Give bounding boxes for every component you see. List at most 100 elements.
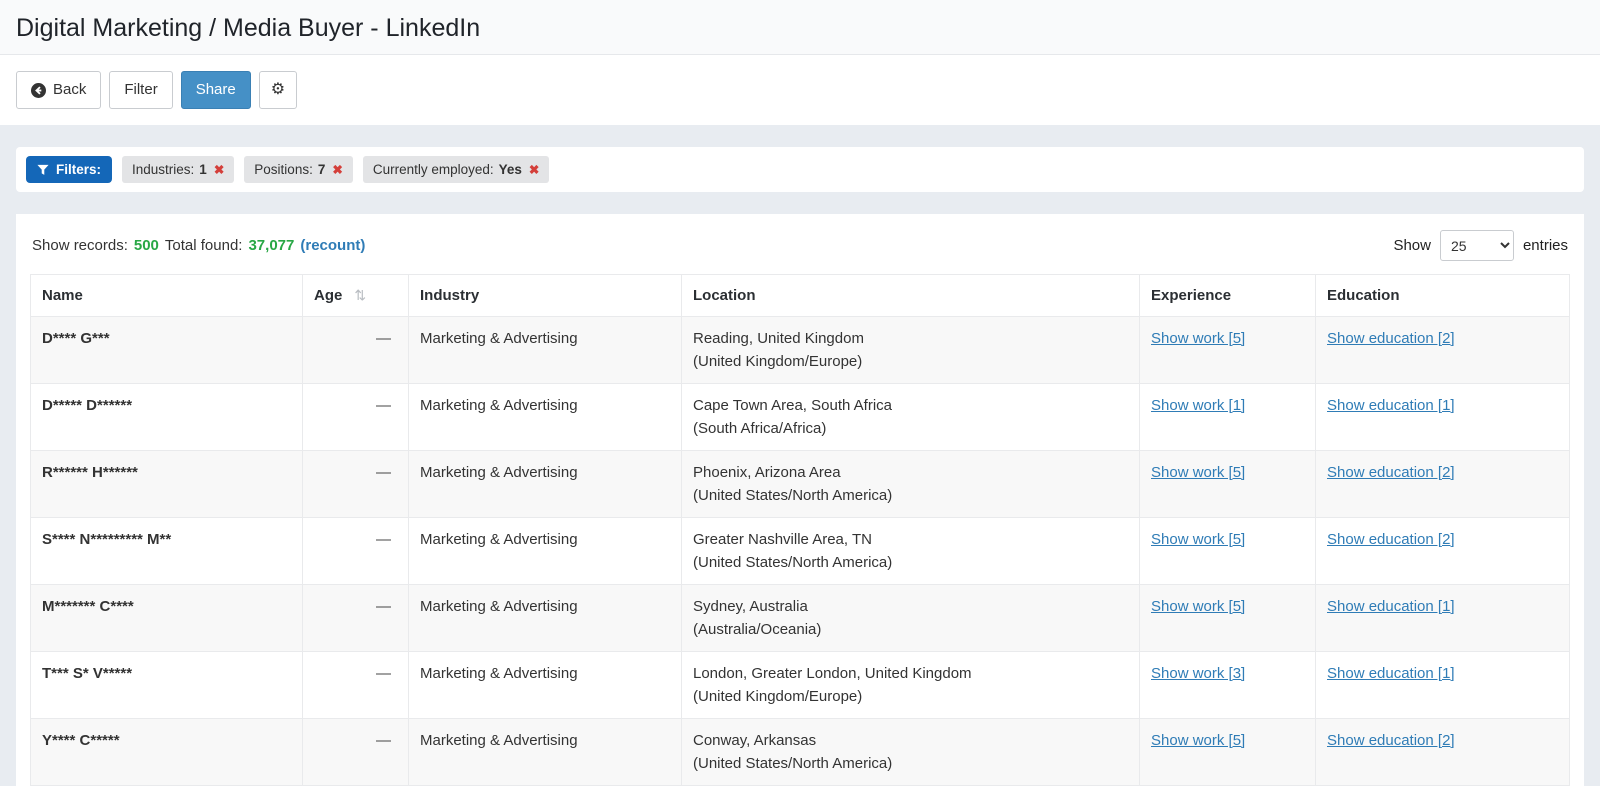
back-button[interactable]: Back — [16, 71, 102, 109]
name-cell: M******* C**** — [30, 584, 303, 652]
age-cell: — — [302, 517, 409, 585]
page-size-control: Show 25 entries — [1393, 230, 1568, 261]
experience-cell: Show work [3] — [1139, 651, 1316, 719]
location-line1: Greater Nashville Area, TN — [693, 531, 872, 548]
filter-chip-label: Industries: — [132, 162, 195, 177]
location-cell: Sydney, Australia (Australia/Oceania) — [681, 584, 1140, 652]
location-line1: Phoenix, Arizona Area — [693, 464, 841, 481]
experience-cell: Show work [5] — [1139, 450, 1316, 518]
filter-button[interactable]: Filter — [109, 71, 173, 109]
location-cell: Reading, United Kingdom (United Kingdom/… — [681, 316, 1140, 384]
filter-chip-value: 7 — [317, 162, 326, 177]
back-button-label: Back — [53, 81, 87, 98]
show-records-label: Show records: — [32, 237, 128, 254]
table-row: Y**** C***** — Marketing & Advertising C… — [30, 718, 1570, 786]
name-cell: D***** D****** — [30, 383, 303, 451]
page-size-select[interactable]: 25 — [1439, 230, 1514, 261]
column-header-experience: Experience — [1139, 274, 1316, 317]
show-work-link[interactable]: Show work [5] — [1151, 330, 1245, 347]
show-work-link[interactable]: Show work [5] — [1151, 598, 1245, 615]
column-header-age[interactable]: Age ⇅ — [302, 274, 409, 317]
results-panel: Show records: 500 Total found: 37,077 (r… — [16, 214, 1584, 786]
table-row: M******* C**** — Marketing & Advertising… — [30, 584, 1570, 652]
name-cell: R****** H****** — [30, 450, 303, 518]
industry-cell: Marketing & Advertising — [408, 584, 682, 652]
experience-cell: Show work [5] — [1139, 517, 1316, 585]
share-button[interactable]: Share — [180, 71, 251, 109]
funnel-icon — [37, 164, 49, 175]
location-line2: (United States/North America) — [693, 554, 893, 571]
age-cell: — — [302, 584, 409, 652]
show-work-link[interactable]: Show work [5] — [1151, 531, 1245, 548]
column-header-education: Education — [1315, 274, 1570, 317]
location-line2: (United States/North America) — [693, 487, 893, 504]
show-education-link[interactable]: Show education [1] — [1327, 598, 1455, 615]
table-header-row: Name Age ⇅ Industry Location Experience E… — [30, 274, 1570, 317]
show-education-link[interactable]: Show education [2] — [1327, 732, 1455, 749]
location-line1: Sydney, Australia — [693, 598, 808, 615]
page-header: Digital Marketing / Media Buyer - Linked… — [0, 0, 1600, 55]
show-education-link[interactable]: Show education [1] — [1327, 397, 1455, 414]
share-button-label: Share — [195, 81, 236, 98]
filter-chip-label: Currently employed: — [372, 162, 494, 177]
entries-label: entries — [1522, 237, 1568, 254]
education-cell: Show education [2] — [1315, 450, 1570, 518]
age-cell: — — [302, 651, 409, 719]
age-cell: — — [302, 718, 409, 786]
filter-chip-value: 1 — [199, 162, 207, 177]
name-cell: Y**** C***** — [30, 718, 303, 786]
show-education-link[interactable]: Show education [2] — [1327, 531, 1455, 548]
filters-label: Filters: — [56, 162, 102, 177]
location-line1: Conway, Arkansas — [693, 732, 817, 749]
education-cell: Show education [1] — [1315, 383, 1570, 451]
show-work-link[interactable]: Show work [5] — [1151, 732, 1245, 749]
settings-button[interactable]: ⚙ — [258, 71, 298, 109]
toolbar: Back Filter Share ⚙ — [0, 55, 1600, 125]
show-education-link[interactable]: Show education [2] — [1327, 464, 1455, 481]
remove-filter-icon[interactable]: ✖ — [332, 162, 342, 177]
filter-chip: Currently employed: Yes ✖ — [362, 156, 550, 183]
filter-chip-list: Industries: 1 ✖ Positions: 7 ✖ Currently… — [122, 156, 550, 183]
show-records-value: 500 — [133, 237, 159, 254]
location-line1: London, Greater London, United Kingdom — [693, 665, 972, 682]
education-cell: Show education [2] — [1315, 517, 1570, 585]
remove-filter-icon[interactable]: ✖ — [214, 162, 224, 177]
industry-cell: Marketing & Advertising — [408, 718, 682, 786]
experience-cell: Show work [1] — [1139, 383, 1316, 451]
education-cell: Show education [2] — [1315, 718, 1570, 786]
location-cell: Greater Nashville Area, TN (United State… — [681, 517, 1140, 585]
show-work-link[interactable]: Show work [5] — [1151, 464, 1245, 481]
records-bar: Show records: 500 Total found: 37,077 (r… — [32, 230, 1568, 261]
show-education-link[interactable]: Show education [2] — [1327, 330, 1455, 347]
age-cell: — — [302, 450, 409, 518]
industry-cell: Marketing & Advertising — [408, 383, 682, 451]
age-header-label: Age — [314, 287, 343, 304]
name-cell: D**** G*** — [30, 316, 303, 384]
filter-chip: Industries: 1 ✖ — [122, 156, 235, 183]
location-line2: (United Kingdom/Europe) — [693, 353, 863, 370]
page-title: Digital Marketing / Media Buyer - Linked… — [16, 14, 481, 42]
table-row: D***** D****** — Marketing & Advertising… — [30, 383, 1570, 451]
industry-cell: Marketing & Advertising — [408, 651, 682, 719]
location-cell: London, Greater London, United Kingdom (… — [681, 651, 1140, 719]
filter-chip-label: Positions: — [254, 162, 313, 177]
experience-cell: Show work [5] — [1139, 584, 1316, 652]
age-cell: — — [302, 316, 409, 384]
recount-link[interactable]: (recount) — [300, 237, 365, 254]
column-header-location: Location — [681, 274, 1140, 317]
filter-chip-value: Yes — [498, 162, 522, 177]
results-table: Name Age ⇅ Industry Location Experience E… — [30, 274, 1570, 786]
location-line2: (Australia/Oceania) — [693, 621, 822, 638]
show-work-link[interactable]: Show work [1] — [1151, 397, 1245, 414]
records-summary: Show records: 500 Total found: 37,077 (r… — [32, 237, 365, 254]
filters-label-button[interactable]: Filters: — [26, 156, 113, 183]
sort-icon[interactable]: ⇅ — [354, 287, 366, 303]
show-education-link[interactable]: Show education [1] — [1327, 665, 1455, 682]
table-row: T*** S* V***** — Marketing & Advertising… — [30, 651, 1570, 719]
location-line1: Cape Town Area, South Africa — [693, 397, 893, 414]
show-work-link[interactable]: Show work [3] — [1151, 665, 1245, 682]
column-header-industry: Industry — [408, 274, 682, 317]
page-size-label: Show — [1393, 237, 1431, 254]
remove-filter-icon[interactable]: ✖ — [529, 162, 539, 177]
experience-cell: Show work [5] — [1139, 718, 1316, 786]
